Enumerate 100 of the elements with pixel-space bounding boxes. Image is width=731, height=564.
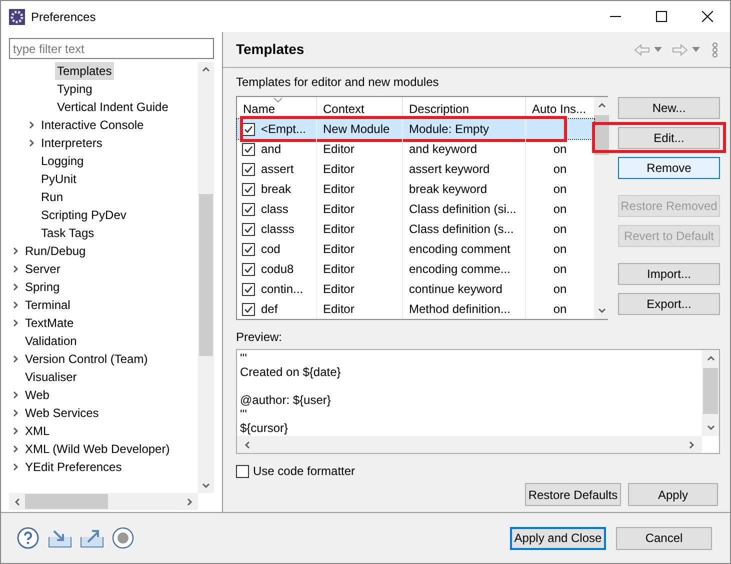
table-cell-text: New Module (323, 121, 390, 138)
chevron-right-icon[interactable] (28, 139, 36, 147)
side-button[interactable]: New... (618, 97, 720, 119)
tree-item[interactable]: XML (Wild Web Developer) (23, 440, 172, 458)
chevron-down-icon[interactable] (598, 306, 606, 314)
chevron-right-icon[interactable] (12, 409, 20, 417)
vertical-scrollbar[interactable] (594, 97, 609, 319)
table-row[interactable]: assert Editor assert keyword on (237, 159, 594, 179)
chevron-right-icon[interactable] (28, 121, 36, 129)
filter-field[interactable]: type filter text (9, 38, 214, 59)
tree-item[interactable]: Run (39, 188, 66, 206)
scrollbar-thumb[interactable] (703, 368, 718, 414)
scrollbar-thumb[interactable] (25, 494, 108, 509)
checkbox-label[interactable]: Use code formatter (253, 462, 356, 480)
tree-item[interactable]: Version Control (Team) (23, 350, 150, 368)
horizontal-scrollbar[interactable] (237, 436, 702, 453)
table-cell-text: break (261, 181, 292, 198)
checkbox[interactable] (242, 222, 255, 236)
table-row[interactable]: <Empt... New Module Module: Empty (237, 119, 594, 139)
table-row[interactable]: class Editor Class definition (si... on (237, 199, 594, 219)
side-button[interactable]: Edit... (618, 127, 720, 149)
chevron-left-icon[interactable] (243, 440, 251, 448)
chevron-right-icon[interactable] (12, 247, 20, 255)
dropdown-icon[interactable] (692, 47, 700, 52)
chevron-up-icon[interactable] (706, 355, 714, 363)
tree-item[interactable]: TextMate (23, 314, 76, 332)
chevron-up-icon[interactable] (202, 66, 210, 74)
scrollbar-thumb[interactable] (199, 194, 213, 356)
chevron-right-icon[interactable] (12, 301, 20, 309)
preview-line: ''' (240, 351, 248, 365)
tree-item[interactable]: Web Services (23, 404, 101, 422)
chevron-up-icon[interactable] (598, 102, 606, 110)
tree-item[interactable]: XML (23, 422, 52, 440)
chevron-right-icon[interactable] (12, 463, 20, 471)
table-row[interactable]: break Editor break keyword on (237, 179, 594, 199)
side-button[interactable]: Remove (618, 157, 720, 179)
chevron-right-icon[interactable] (12, 427, 20, 435)
chevron-right-icon[interactable] (12, 445, 20, 453)
tree-item[interactable]: Run/Debug (23, 242, 88, 260)
page-button[interactable]: Restore Defaults (525, 483, 621, 506)
horizontal-scrollbar[interactable] (9, 493, 198, 510)
dropdown-icon[interactable] (654, 47, 662, 52)
checkbox[interactable] (242, 202, 255, 216)
table-cell-text: class (261, 201, 288, 218)
table-row[interactable]: and Editor and keyword on (237, 139, 594, 159)
page-button[interactable]: Apply (628, 483, 718, 506)
chevron-right-icon[interactable] (12, 283, 20, 291)
dialog-button[interactable]: Cancel (616, 526, 712, 550)
tree-item[interactable]: Logging (39, 152, 86, 170)
vertical-scrollbar[interactable] (198, 62, 214, 493)
checkbox[interactable] (242, 302, 255, 316)
tree-item[interactable]: Validation (23, 332, 79, 350)
more-icon[interactable] (712, 42, 718, 58)
table-row[interactable]: cod Editor encoding comment on (237, 239, 594, 259)
checkbox[interactable] (242, 242, 255, 256)
dialog-button[interactable]: Apply and Close (510, 526, 606, 550)
checkbox[interactable] (242, 262, 255, 276)
chevron-right-icon[interactable] (186, 498, 194, 506)
tree-item[interactable]: YEdit Preferences (23, 458, 124, 476)
chevron-right-icon[interactable] (12, 355, 20, 363)
tree-item[interactable]: Server (23, 260, 62, 278)
tree-item[interactable]: PyUnit (39, 170, 78, 188)
import-icon[interactable] (48, 528, 72, 548)
chevron-right-icon[interactable] (12, 319, 20, 327)
tree-item[interactable]: Typing (55, 80, 94, 98)
table-cell-text: Editor (323, 241, 354, 258)
chevron-left-icon[interactable] (13, 498, 21, 506)
tree-item[interactable]: Interpreters (39, 134, 104, 152)
export-icon[interactable] (80, 528, 104, 548)
record-icon[interactable] (112, 527, 134, 549)
chevron-down-icon[interactable] (706, 423, 714, 431)
window-title: Preferences (31, 8, 96, 26)
chevron-right-icon[interactable] (12, 265, 20, 273)
tree-item[interactable]: Visualiser (23, 368, 79, 386)
table-row[interactable]: classs Editor Class definition (s... on (237, 219, 594, 239)
chevron-right-icon[interactable] (688, 440, 696, 448)
tree-item[interactable]: Scripting PyDev (39, 206, 128, 224)
chevron-right-icon[interactable] (12, 391, 20, 399)
table-row[interactable]: codu8 Editor encoding comme... on (237, 259, 594, 279)
tree-item[interactable]: Spring (23, 278, 62, 296)
table-row[interactable]: def Editor Method definition... on (237, 299, 594, 319)
checkbox[interactable] (242, 162, 255, 176)
checkbox[interactable] (236, 464, 249, 478)
tree-item[interactable]: Interactive Console (39, 116, 146, 134)
tree-item[interactable]: Web (23, 386, 52, 404)
chevron-down-icon[interactable] (202, 481, 210, 489)
tree-item[interactable]: Task Tags (39, 224, 96, 242)
tree-item[interactable]: Terminal (23, 296, 72, 314)
checkbox[interactable] (242, 142, 255, 156)
checkbox[interactable] (242, 122, 255, 136)
side-button[interactable]: Export... (618, 293, 720, 315)
checkbox[interactable] (242, 182, 255, 196)
vertical-scrollbar[interactable] (702, 350, 719, 436)
column-header[interactable]: Auto Ins... (526, 97, 594, 119)
table-row[interactable]: contin... Editor continue keyword on (237, 279, 594, 299)
tree-item[interactable]: Vertical Indent Guide (55, 98, 170, 116)
help-icon[interactable] (17, 527, 39, 549)
side-button[interactable]: Import... (618, 263, 720, 285)
checkbox[interactable] (242, 282, 255, 296)
tree-item[interactable]: Templates (55, 62, 114, 80)
